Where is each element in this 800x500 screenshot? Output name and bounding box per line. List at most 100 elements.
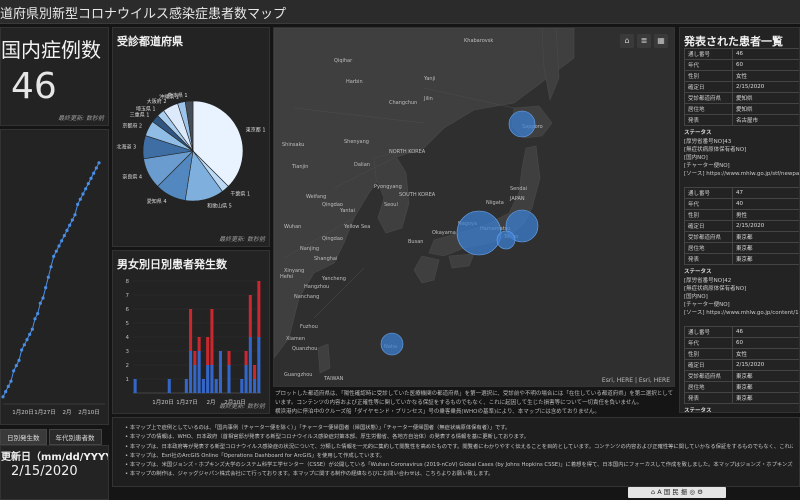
record-value: 東京都 [732,370,799,382]
record-status-label: ステータス [684,408,712,413]
cumulative-point[interactable] [52,254,56,258]
bottom-toolbar[interactable]: ⌂ A 国 民 振 ◎ ⚙ [628,487,726,498]
cumulative-point[interactable] [41,296,45,300]
cumulative-point[interactable] [94,166,98,170]
record-key: 確定日 [684,359,733,371]
cumulative-point[interactable] [36,312,40,316]
cumulative-point[interactable] [81,192,85,196]
case-bubble[interactable] [380,332,404,356]
bar[interactable] [244,351,248,365]
bar[interactable] [210,365,214,393]
pie-label: 和歌山県 5 [207,202,232,209]
bar[interactable] [189,309,193,351]
record-value: 男性 [732,209,799,221]
cumulative-point[interactable] [4,390,8,394]
update-date-panel: 更新日（mm/dd/YYYY） 2/15/2020 [0,445,109,500]
cumulative-point[interactable] [44,286,48,290]
cumulative-point[interactable] [25,338,29,342]
bar[interactable] [189,351,193,393]
cumulative-point[interactable] [65,228,69,232]
record-value: 2/15/2020 [732,81,799,93]
record-value: 東京都 [732,392,799,404]
cumulative-point[interactable] [70,218,74,222]
map-place-label: Jilin [423,96,433,102]
record-value: 愛知県 [732,103,799,115]
cumulative-point[interactable] [12,369,16,373]
bar[interactable] [253,379,257,393]
cumulative-point[interactable] [49,265,53,269]
bar[interactable] [133,379,137,393]
cumulative-point[interactable] [86,182,90,186]
list-icon[interactable]: ≣ [637,34,651,48]
bar[interactable] [227,365,231,393]
x-tick-label: 2月 [207,399,216,406]
home-icon[interactable]: ⌂ [620,34,634,48]
bar[interactable] [253,365,257,379]
map-note-text: プロットした都道府県は、「陽性確認時に受診していた医療機関の都道府県」を第一選択… [275,390,675,417]
notes-list: 本マップ上で症例としているのは、「国内事例（チャーター便を除く）」「チャーター便… [125,424,793,480]
bar[interactable] [214,379,218,393]
case-bubble[interactable] [496,230,516,250]
map-panel[interactable]: KhabarovskQiqiharHarbinYanjiSapporoSheny… [273,27,675,387]
map-canvas[interactable]: KhabarovskQiqiharHarbinYanjiSapporoSheny… [274,28,675,387]
bar[interactable] [193,365,197,393]
tab-age-group[interactable]: 年代別患者数 [48,429,102,445]
bar[interactable] [201,379,205,393]
case-bubble[interactable] [508,110,536,138]
pie-label: 千葉県 1 [230,191,250,198]
bar[interactable] [206,365,210,393]
record-key: 発表 [684,253,733,265]
cumulative-point[interactable] [1,395,5,399]
cumulative-point[interactable] [28,332,32,336]
cumulative-point[interactable] [84,187,88,191]
cumulative-point[interactable] [57,244,61,248]
bar[interactable] [244,365,248,393]
bar[interactable] [257,281,261,337]
cumulative-point[interactable] [38,301,42,305]
case-bubble[interactable] [456,210,502,256]
cumulative-point[interactable] [62,234,66,238]
record-value: 2/15/2020 [732,359,799,371]
bar[interactable] [248,337,252,393]
cumulative-point[interactable] [20,348,24,352]
grid-icon[interactable]: ▦ [654,34,668,48]
cumulative-point[interactable] [76,202,80,206]
bar[interactable] [197,337,201,351]
bar[interactable] [210,309,214,365]
bar[interactable] [218,351,222,393]
record-value: 47 [732,187,799,199]
bar[interactable] [206,337,210,365]
bar[interactable] [167,379,171,393]
cumulative-point[interactable] [22,343,26,347]
cumulative-point[interactable] [89,176,93,180]
bar[interactable] [184,379,188,393]
record-value: 女性 [732,348,799,360]
bar[interactable] [248,295,252,337]
bar[interactable] [193,351,197,365]
tab-daily-cases[interactable]: 日別発生数 [0,429,47,445]
bar[interactable] [197,351,201,393]
bar[interactable] [227,351,231,365]
cumulative-point[interactable] [46,275,50,279]
cumulative-point[interactable] [14,364,18,368]
cumulative-point[interactable] [68,223,72,227]
cumulative-point[interactable] [97,161,101,165]
note-item: 本マップは、Esri社のArcGIS Online「Operations Das… [125,452,793,461]
map-place-label: Hefei [280,274,293,280]
cumulative-point[interactable] [60,239,64,243]
cumulative-point[interactable] [6,384,10,388]
map-place-label: Quanzhou [292,346,317,352]
cumulative-point[interactable] [9,379,13,383]
cumulative-point[interactable] [73,213,77,217]
bar[interactable] [257,337,261,393]
cumulative-point[interactable] [30,327,34,331]
cumulative-line [2,162,100,398]
land-shape [413,255,440,284]
cumulative-point[interactable] [17,358,21,362]
cumulative-point[interactable] [92,171,96,175]
cumulative-point[interactable] [33,317,37,321]
cumulative-point[interactable] [54,249,58,253]
record-key: 確定日 [684,81,733,93]
bar[interactable] [240,379,244,393]
cumulative-point[interactable] [78,197,82,201]
